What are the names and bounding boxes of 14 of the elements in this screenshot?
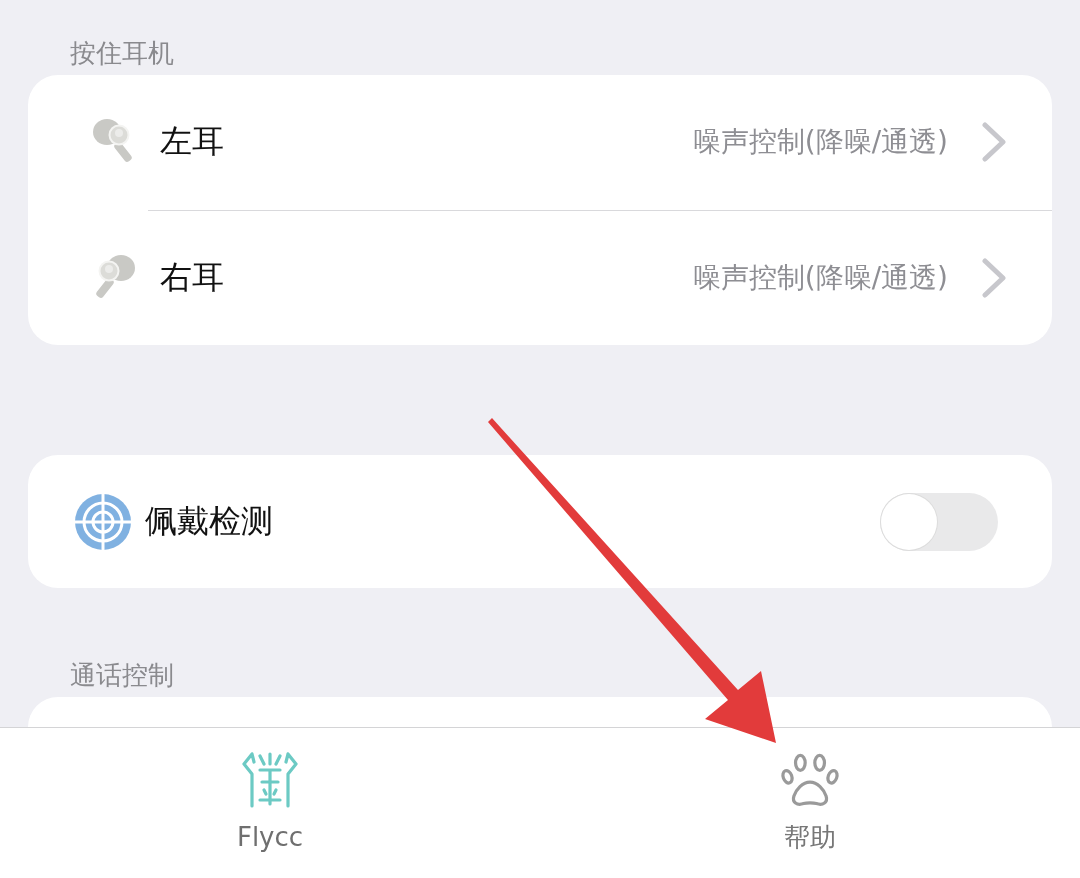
section-header: 按住耳机 [70, 38, 174, 69]
chevron-icon [982, 257, 1006, 298]
row-label: 佩戴检测 [145, 500, 273, 542]
target-icon [75, 493, 131, 550]
paw-icon [780, 752, 840, 808]
chevron-icon [982, 122, 1006, 163]
section-header: 通话控制 [70, 660, 174, 691]
tab[interactable]: 帮助 [780, 728, 840, 854]
tab[interactable]: Flycc [236, 728, 304, 854]
row-value: 噪声控制(降噪/通透) [692, 259, 948, 296]
logo-icon [240, 752, 300, 808]
row-value: 噪声控制(降噪/通透) [692, 124, 948, 161]
row-label: 左耳 [160, 121, 224, 163]
row-label: 右耳 [160, 256, 224, 298]
